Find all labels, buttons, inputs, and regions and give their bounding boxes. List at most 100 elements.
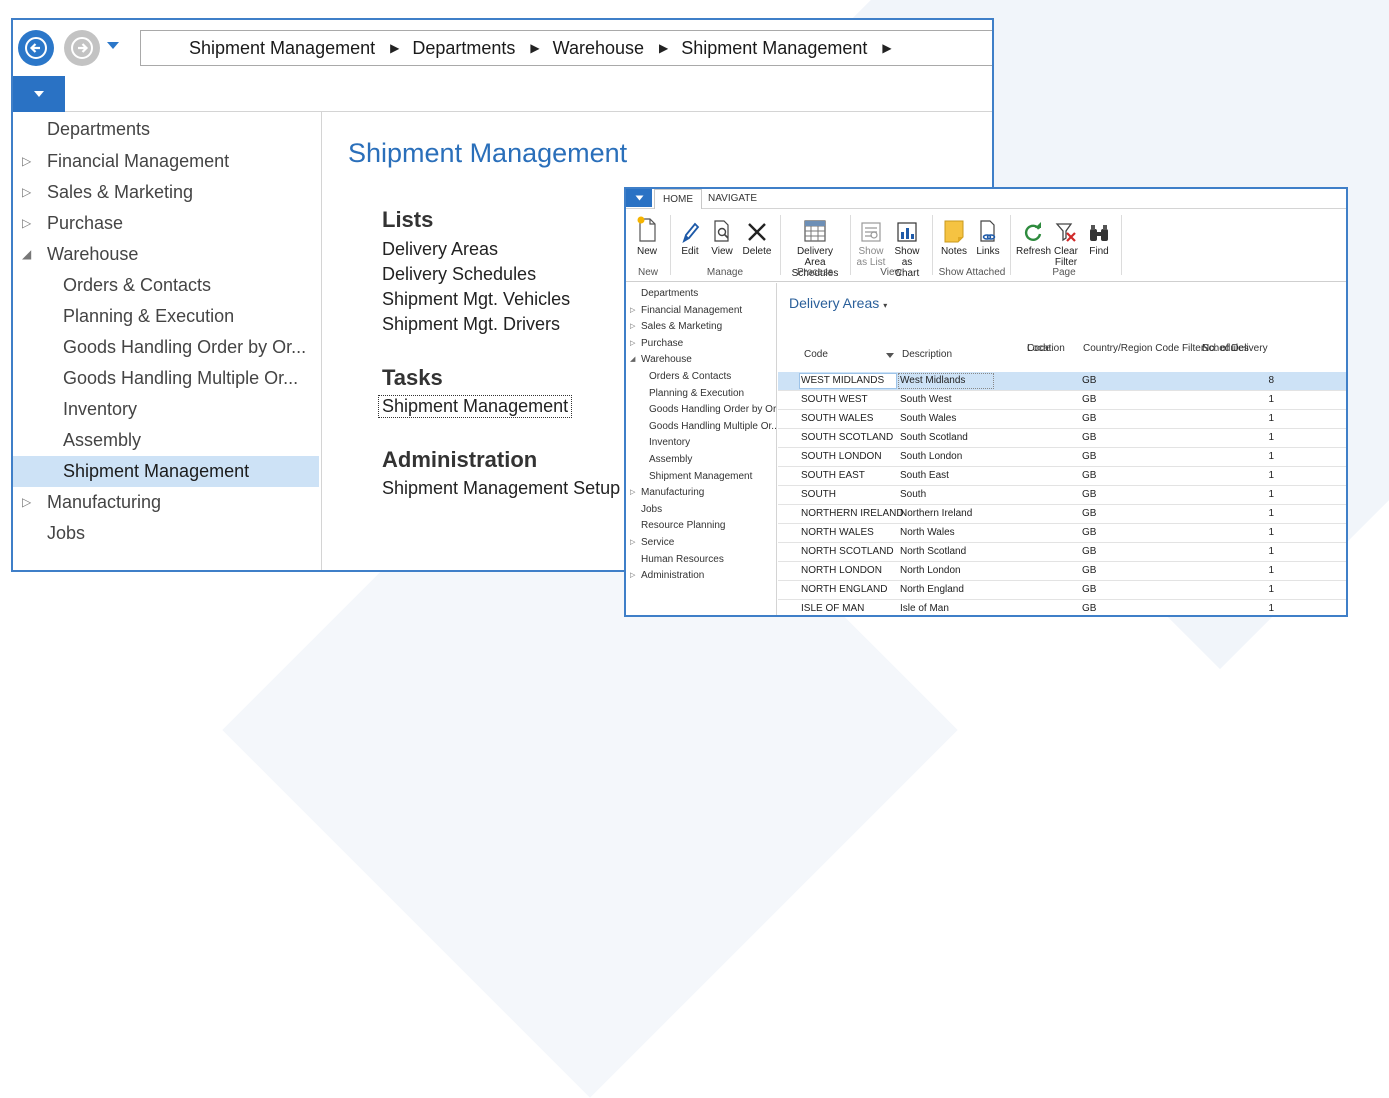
cell-country[interactable]: GB [1082,505,1096,523]
nav-item-warehouse[interactable]: ◢ Warehouse [626,352,776,369]
cell-code[interactable]: SOUTH WEST [801,391,868,409]
nav-item-inventory[interactable]: Inventory [13,394,321,425]
table-row[interactable]: NORTH LONDON North London GB 1 [778,562,1346,581]
breadcrumb-item[interactable]: Departments [412,38,515,59]
tab-navigate[interactable]: NAVIGATE [700,189,765,209]
history-dropdown-button[interactable] [106,38,120,56]
breadcrumb-item[interactable]: Shipment Management [189,38,375,59]
show-as-list-button[interactable]: Show as List [856,213,886,268]
cell-description[interactable]: North Scotland [900,543,966,561]
cell-schedules-count[interactable]: 1 [1218,467,1274,485]
cell-code[interactable]: SOUTH WALES [801,410,873,428]
nav-item-sales-marketing[interactable]: ▷ Sales & Marketing [626,319,776,336]
table-row[interactable]: SOUTH WALES South Wales GB 1 [778,410,1346,429]
table-row[interactable]: SOUTH SCOTLAND South Scotland GB 1 [778,429,1346,448]
nav-item-goods-handling-multiple-or[interactable]: Goods Handling Multiple Or... [13,363,321,394]
collapsed-arrow-icon[interactable]: ▷ [22,146,31,177]
cell-country[interactable]: GB [1082,467,1096,485]
application-menu-button[interactable] [13,76,65,112]
table-row[interactable]: NORTH SCOTLAND North Scotland GB 1 [778,543,1346,562]
cell-description[interactable]: West Midlands [900,372,965,390]
cell-country[interactable]: GB [1082,524,1096,542]
breadcrumb-separator-icon[interactable]: ▶ [530,41,539,55]
cell-description[interactable]: North London [900,562,961,580]
table-row[interactable]: NORTHERN IRELAND Northern Ireland GB 1 [778,505,1346,524]
expanded-arrow-icon[interactable]: ◢ [630,352,635,369]
collapsed-arrow-icon[interactable]: ▷ [630,485,635,502]
nav-item-orders-contacts[interactable]: Orders & Contacts [626,369,776,386]
cell-country[interactable]: GB [1082,410,1096,428]
cell-schedules-count[interactable]: 1 [1218,562,1274,580]
nav-item-human-resources[interactable]: Human Resources [626,552,776,569]
nav-item-inventory[interactable]: Inventory [626,435,776,452]
nav-item-goods-handling-order-by-or[interactable]: Goods Handling Order by Or... [626,402,776,419]
cell-country[interactable]: GB [1082,372,1096,390]
application-menu-button[interactable] [626,189,652,207]
nav-item-jobs[interactable]: Jobs [13,518,321,549]
nav-item-warehouse[interactable]: ◢ Warehouse [13,239,321,270]
table-row[interactable]: SOUTH EAST South East GB 1 [778,467,1346,486]
nav-item-sales-marketing[interactable]: ▷ Sales & Marketing [13,177,321,208]
cell-description[interactable]: Isle of Man [900,600,949,615]
cell-description[interactable]: South Scotland [900,429,968,447]
nav-item-service[interactable]: ▷ Service [626,535,776,552]
cell-description[interactable]: South London [900,448,962,466]
table-row[interactable]: NORTH ENGLAND North England GB 1 [778,581,1346,600]
nav-item-goods-handling-order-by-or[interactable]: Goods Handling Order by Or... [13,332,321,363]
cell-code[interactable]: WEST MIDLANDS [801,372,884,390]
breadcrumb-item[interactable]: Warehouse [553,38,644,59]
table-row[interactable]: SOUTH LONDON South London GB 1 [778,448,1346,467]
nav-item-planning-execution[interactable]: Planning & Execution [626,386,776,403]
chevron-down-icon[interactable]: ▾ [883,301,887,310]
collapsed-arrow-icon[interactable]: ▷ [630,535,635,552]
cell-schedules-count[interactable]: 1 [1218,600,1274,615]
cell-code[interactable]: SOUTH EAST [801,467,865,485]
collapsed-arrow-icon[interactable]: ▷ [630,303,635,320]
forward-button[interactable] [64,30,100,66]
expanded-arrow-icon[interactable]: ◢ [22,239,31,270]
nav-item-shipment-management[interactable]: Shipment Management [13,456,319,487]
collapsed-arrow-icon[interactable]: ▷ [22,487,31,518]
nav-item-administration[interactable]: ▷ Administration [626,568,776,585]
delete-button[interactable]: Delete [742,213,772,257]
links-button[interactable]: Links [974,213,1002,257]
clear-filter-button[interactable]: Clear Filter [1052,213,1080,268]
nav-item-departments[interactable]: Departments [626,286,776,303]
cell-country[interactable]: GB [1082,581,1096,599]
cell-country[interactable]: GB [1082,448,1096,466]
table-row[interactable]: SOUTH WEST South West GB 1 [778,391,1346,410]
cell-country[interactable]: GB [1082,600,1096,615]
nav-item-purchase[interactable]: ▷ Purchase [626,336,776,353]
nav-item-assembly[interactable]: Assembly [13,425,321,456]
sort-descending-icon[interactable] [886,351,894,362]
cell-schedules-count[interactable]: 1 [1218,391,1274,409]
breadcrumb-separator-icon[interactable]: ▶ [659,41,668,55]
nav-item-manufacturing[interactable]: ▷ Manufacturing [13,487,321,518]
table-row[interactable]: SOUTH South GB 1 [778,486,1346,505]
breadcrumb-separator-icon[interactable]: ▶ [882,41,891,55]
cell-code[interactable]: NORTH ENGLAND [801,581,888,599]
cell-code[interactable]: NORTH WALES [801,524,874,542]
cell-code[interactable]: NORTH LONDON [801,562,882,580]
notes-button[interactable]: Notes [938,213,970,257]
nav-item-jobs[interactable]: Jobs [626,502,776,519]
nav-item-goods-handling-multiple-or[interactable]: Goods Handling Multiple Or... [626,419,776,436]
cell-code[interactable]: SOUTH SCOTLAND [801,429,893,447]
nav-item-assembly[interactable]: Assembly [626,452,776,469]
cell-country[interactable]: GB [1082,486,1096,504]
collapsed-arrow-icon[interactable]: ▷ [630,319,635,336]
link-delivery-areas[interactable]: Delivery Areas [382,239,498,260]
cell-country[interactable]: GB [1082,543,1096,561]
cell-schedules-count[interactable]: 1 [1218,429,1274,447]
nav-item-departments[interactable]: Departments [13,112,321,146]
cell-schedules-count[interactable]: 8 [1218,372,1274,390]
link-shipment-management-setup[interactable]: Shipment Management Setup [382,478,620,499]
cell-description[interactable]: North England [900,581,964,599]
link-shipment-mgt-vehicles[interactable]: Shipment Mgt. Vehicles [382,289,570,310]
cell-country[interactable]: GB [1082,391,1096,409]
cell-country[interactable]: GB [1082,562,1096,580]
cell-schedules-count[interactable]: 1 [1218,505,1274,523]
address-bar[interactable]: Shipment Management ▶ Departments ▶ Warehous… [140,30,992,66]
table-row[interactable]: WEST MIDLANDS West Midlands GB 8 [778,372,1346,391]
cell-code[interactable]: NORTHERN IRELAND [801,505,904,523]
